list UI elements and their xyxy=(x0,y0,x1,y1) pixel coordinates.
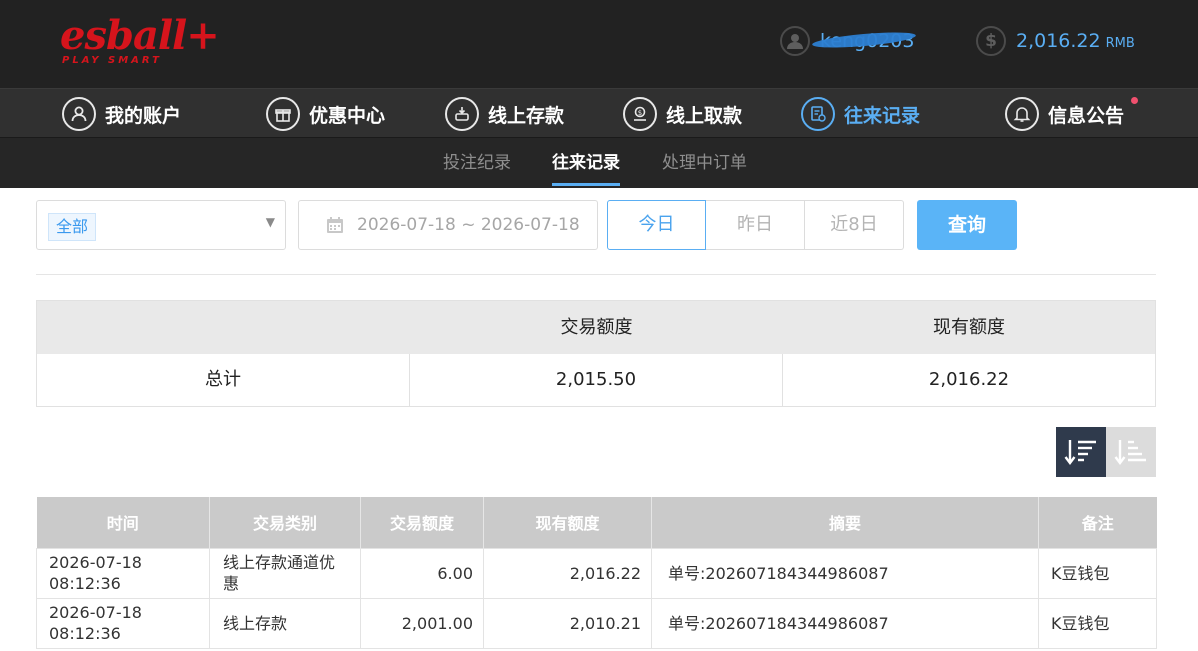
nav-label: 线上取款 xyxy=(666,104,743,127)
main-nav: 我的账户 优惠中心 线上存款 $ 线上取款 往来记录 信息公告 xyxy=(0,88,1198,138)
cell-time: 2026-07-18 08:12:36 xyxy=(36,547,210,599)
active-tab-underline xyxy=(552,183,620,186)
sub-nav: 投注纪录 往来记录 处理中订单 xyxy=(0,138,1198,188)
cell-amount: 2,001.00 xyxy=(360,597,484,649)
records-icon xyxy=(801,97,835,131)
column-header-balance: 现有额度 xyxy=(483,497,652,548)
summary-header-row: 交易额度 现有额度 xyxy=(37,301,1155,354)
nav-label: 往来记录 xyxy=(844,104,921,127)
column-header-summary: 摘要 xyxy=(651,497,1039,548)
balance-currency: RMB xyxy=(1105,35,1135,51)
bell-icon xyxy=(1005,97,1039,131)
sort-descending-icon xyxy=(1064,440,1096,465)
selected-type-tag[interactable]: 全部 xyxy=(48,213,97,241)
summary-header-current: 现有额度 xyxy=(933,317,1005,338)
nav-item-announcements[interactable]: 信息公告 xyxy=(1005,95,1139,133)
cell-time: 2026-07-18 08:12:36 xyxy=(36,597,210,649)
tab-bet-records[interactable]: 投注纪录 xyxy=(443,138,511,188)
summary-trade-amount: 2,015.50 xyxy=(410,354,783,406)
sort-ascending-icon xyxy=(1114,440,1146,465)
cell-balance: 2,010.21 xyxy=(483,597,652,649)
records-table: 时间 交易类别 交易额度 现有额度 摘要 备注 2026-07-18 08:12… xyxy=(36,497,1157,649)
esball-logo[interactable]: esball+ PLAY SMART xyxy=(60,12,220,72)
filter-divider xyxy=(36,274,1156,275)
date-range-text: 2026-07-18 ~ 2026-07-18 xyxy=(357,215,580,235)
gift-icon xyxy=(266,97,300,131)
balance-value: 2,016.22 xyxy=(1016,30,1101,52)
user-icon xyxy=(62,97,96,131)
top-header: esball+ PLAY SMART keng0203 $ 2,016.22 R… xyxy=(0,0,1198,88)
summary-total-row: 总计 2,015.50 2,016.22 xyxy=(37,354,1155,406)
column-header-time: 时间 xyxy=(36,497,210,548)
withdraw-icon: $ xyxy=(623,97,657,131)
logo-text: esball+ xyxy=(60,12,220,59)
cell-summary: 单号:202607184344986087 xyxy=(651,547,1039,599)
nav-label: 信息公告 xyxy=(1048,104,1125,127)
summary-header-blank xyxy=(37,301,410,354)
yesterday-button[interactable]: 昨日 xyxy=(706,200,805,250)
user-avatar-icon xyxy=(780,26,810,56)
cell-amount: 6.00 xyxy=(360,547,484,599)
sort-descending-button[interactable] xyxy=(1056,427,1106,477)
nav-item-withdraw[interactable]: $ 线上取款 xyxy=(623,95,742,133)
tab-label: 处理中订单 xyxy=(662,153,747,173)
summary-table: 交易额度 现有额度 总计 2,015.50 2,016.22 xyxy=(36,300,1156,407)
caret-down-icon[interactable]: ▼ xyxy=(266,215,275,229)
records-header-row: 时间 交易类别 交易额度 现有额度 摘要 备注 xyxy=(36,497,1157,548)
date-range-picker[interactable]: 2026-07-18 ~ 2026-07-18 xyxy=(298,200,598,250)
balance-info: $ 2,016.22 RMB xyxy=(976,24,1135,58)
column-header-amount: 交易额度 xyxy=(360,497,484,548)
query-button[interactable]: 查询 xyxy=(917,200,1017,250)
sort-ascending-button[interactable] xyxy=(1106,427,1156,477)
today-button[interactable]: 今日 xyxy=(607,200,706,250)
table-row: 2026-07-18 08:12:36 线上存款通道优惠 6.00 2,016.… xyxy=(36,547,1157,599)
cell-summary: 单号:202607184344986087 xyxy=(651,597,1039,649)
tab-transaction-records[interactable]: 往来记录 xyxy=(552,138,620,188)
summary-total-label: 总计 xyxy=(37,354,410,406)
table-row: 2026-07-18 08:12:36 线上存款 2,001.00 2,010.… xyxy=(36,597,1157,649)
calendar-icon xyxy=(325,215,345,235)
transaction-type-select[interactable]: 全部 ▼ xyxy=(36,200,286,250)
cell-type: 线上存款通道优惠 xyxy=(209,547,361,599)
tab-pending-orders[interactable]: 处理中订单 xyxy=(662,138,747,188)
dollar-icon: $ xyxy=(976,26,1006,56)
notification-dot xyxy=(1131,97,1139,104)
tab-label: 往来记录 xyxy=(552,153,620,173)
cell-remark: K豆钱包 xyxy=(1038,597,1157,649)
last-8-days-button[interactable]: 近8日 xyxy=(805,200,904,250)
deposit-icon xyxy=(445,97,479,131)
nav-label: 线上存款 xyxy=(488,104,565,127)
column-header-remark: 备注 xyxy=(1038,497,1157,548)
nav-item-deposit[interactable]: 线上存款 xyxy=(445,95,564,133)
nav-item-records[interactable]: 往来记录 xyxy=(801,95,920,133)
summary-current-amount: 2,016.22 xyxy=(928,369,1010,390)
nav-item-my-account[interactable]: 我的账户 xyxy=(62,95,181,133)
cell-balance: 2,016.22 xyxy=(483,547,652,599)
svg-text:$: $ xyxy=(638,109,642,117)
cell-type: 线上存款 xyxy=(209,597,361,649)
user-info[interactable]: keng0203 xyxy=(780,24,917,58)
quick-date-buttons: 今日 昨日 近8日 xyxy=(607,200,904,250)
column-header-type: 交易类别 xyxy=(209,497,361,548)
nav-label: 我的账户 xyxy=(105,104,182,127)
summary-header-trade: 交易额度 xyxy=(560,317,633,338)
nav-item-promotions[interactable]: 优惠中心 xyxy=(266,95,385,133)
tab-label: 投注纪录 xyxy=(443,153,511,173)
nav-label: 优惠中心 xyxy=(309,104,386,127)
logo-tagline: PLAY SMART xyxy=(62,55,162,66)
username: keng0203 xyxy=(811,29,917,52)
cell-remark: K豆钱包 xyxy=(1038,547,1157,599)
